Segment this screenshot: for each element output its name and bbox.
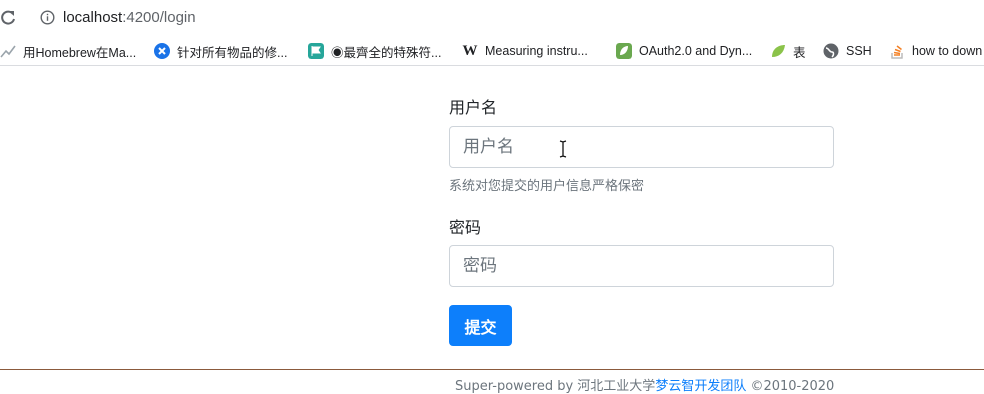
bookmark-label: 针对所有物品的修... <box>177 45 288 60</box>
username-help-text: 系统对您提交的用户信息严格保密 <box>449 179 645 194</box>
footer: Super-powered by 河北工业大学梦云智开发团队 ©2010-202… <box>455 375 834 394</box>
bookmark-label: OAuth2.0 and Dyn... <box>639 44 753 58</box>
stackoverflow-icon <box>891 45 903 59</box>
password-label: 密码 <box>449 218 482 237</box>
bookmark-label: SSH <box>846 44 872 58</box>
bookmark-label: 表 <box>793 45 806 60</box>
bookmark-ssh[interactable]: SSH <box>823 41 872 61</box>
wikipedia-icon: W <box>462 43 478 59</box>
chart-line-icon <box>0 45 16 58</box>
bookmark-how-to-down[interactable]: how to down <box>889 41 982 61</box>
address-bar: localhost:4200/login <box>0 0 984 36</box>
bookmark-wikipedia[interactable]: W Measuring instru... <box>462 41 588 61</box>
bookmark-label: 用Homebrew在Ma... <box>23 45 137 60</box>
bookmark-label: how to down <box>912 44 983 58</box>
username-input[interactable] <box>449 126 834 168</box>
footer-team-link[interactable]: 梦云智开发团队 <box>655 379 746 394</box>
url-host: localhost <box>63 9 123 26</box>
bookmark-table[interactable]: 表 <box>770 41 806 61</box>
leaf-icon <box>616 43 632 59</box>
footer-prefix: Super-powered by 河北工业大学 <box>455 379 656 394</box>
url-field[interactable]: localhost:4200/login <box>63 9 196 26</box>
flag-icon <box>308 43 324 59</box>
footer-copyright: ©2010-2020 <box>746 379 835 394</box>
leaf-icon <box>772 45 785 57</box>
close-circle-icon <box>154 43 170 59</box>
password-input[interactable] <box>449 245 834 287</box>
bookmark-label: Measuring instru... <box>485 44 588 58</box>
bookmark-symbols[interactable]: ◉最齊全的特殊符... <box>308 41 441 61</box>
reload-icon[interactable] <box>0 9 16 27</box>
username-label: 用户名 <box>449 98 498 117</box>
text-cursor-icon <box>559 140 567 158</box>
footer-divider <box>0 369 984 370</box>
submit-button[interactable]: 提交 <box>449 305 512 346</box>
bookmarks-bar: 用Homebrew在Ma... 针对所有物品的修... ◉最齊全的特殊符... … <box>0 36 984 66</box>
info-icon[interactable] <box>40 10 55 25</box>
bookmark-homebrew[interactable]: 用Homebrew在Ma... <box>0 41 136 61</box>
bookmark-label: ◉最齊全的特殊符... <box>331 45 442 60</box>
bookmark-oauth[interactable]: OAuth2.0 and Dyn... <box>616 41 752 61</box>
bookmark-repair[interactable]: 针对所有物品的修... <box>154 41 287 61</box>
globe-icon <box>823 43 839 59</box>
url-path: :4200/login <box>122 9 196 26</box>
